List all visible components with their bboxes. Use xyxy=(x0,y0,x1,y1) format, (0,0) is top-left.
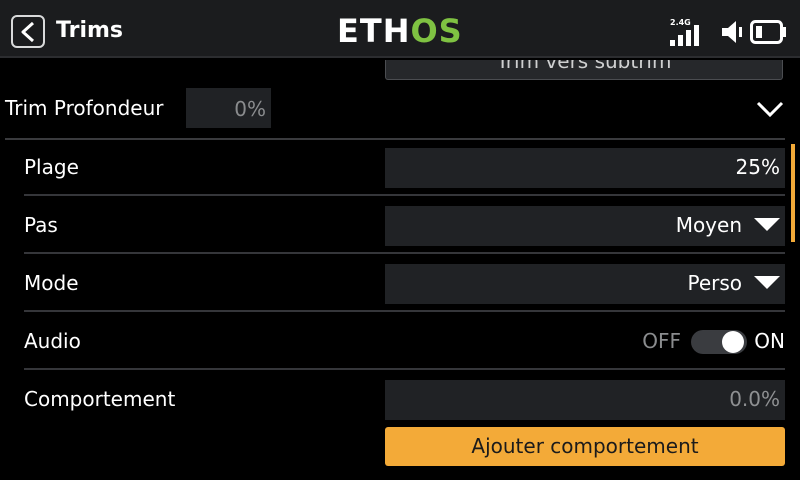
back-button[interactable] xyxy=(11,15,45,48)
trim-section-header[interactable]: Trim Profondeur 0% xyxy=(0,86,800,138)
settings-panel: Trim vers subtrim Trim Profondeur 0% Pla… xyxy=(0,58,800,480)
range-label: Plage xyxy=(24,155,79,179)
trim-to-subtrim-button[interactable]: Trim vers subtrim xyxy=(385,60,783,80)
trim-to-subtrim-label: Trim vers subtrim xyxy=(496,60,672,73)
mode-value: Perso xyxy=(687,271,742,295)
row-divider xyxy=(24,252,785,254)
signal-strength-icon xyxy=(670,25,699,46)
speaker-icon xyxy=(722,21,742,43)
trim-section-label: Trim Profondeur xyxy=(5,96,164,120)
row-divider xyxy=(24,310,785,312)
behavior-field[interactable]: 0.0% xyxy=(385,380,785,420)
logo-text-eth: ETH xyxy=(337,12,411,50)
range-row: Plage 25% xyxy=(0,140,790,196)
add-behavior-button[interactable]: Ajouter comportement xyxy=(385,427,785,466)
toggle-off-label: OFF xyxy=(642,329,681,353)
dropdown-arrow-icon xyxy=(754,218,780,231)
step-dropdown[interactable]: Moyen xyxy=(385,206,785,246)
audio-label: Audio xyxy=(24,329,81,353)
battery-icon xyxy=(750,20,786,44)
ethos-logo: ETHOS xyxy=(337,13,463,49)
step-row: Pas Moyen xyxy=(0,198,790,254)
mode-row: Mode Perso xyxy=(0,256,790,312)
logo-text-os: OS xyxy=(410,12,463,50)
page-title: Trims xyxy=(56,18,123,43)
toggle-knob xyxy=(722,331,744,353)
toggle-on-label: ON xyxy=(754,329,785,353)
mode-dropdown[interactable]: Perso xyxy=(385,264,785,304)
behavior-label: Comportement xyxy=(24,387,176,411)
row-divider xyxy=(24,368,785,370)
behavior-row: Comportement 0.0% xyxy=(0,372,790,428)
audio-row: Audio OFF ON xyxy=(0,314,790,370)
toggle-switch[interactable] xyxy=(691,330,747,354)
step-value: Moyen xyxy=(675,213,742,237)
mode-label: Mode xyxy=(24,271,79,295)
row-divider xyxy=(24,194,785,196)
step-label: Pas xyxy=(24,213,58,237)
back-arrow-icon xyxy=(21,21,35,43)
trim-value-field[interactable]: 0% xyxy=(186,88,271,128)
range-field[interactable]: 25% xyxy=(385,148,785,188)
chevron-down-icon[interactable] xyxy=(756,100,784,118)
top-bar: Trims ETHOS 2.4G xyxy=(0,0,800,58)
dropdown-arrow-icon xyxy=(754,276,780,289)
scrollbar[interactable] xyxy=(791,144,795,242)
